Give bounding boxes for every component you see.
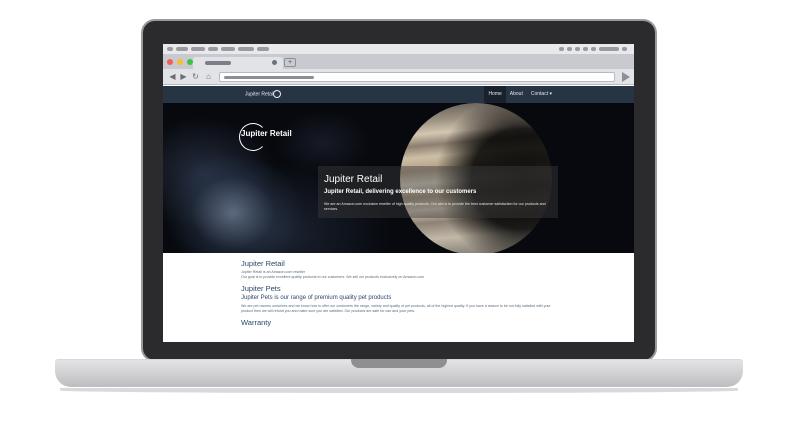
status-icon bbox=[591, 47, 596, 51]
nav-logo[interactable]: Jupiter Retail bbox=[245, 90, 281, 99]
hero-title: Jupiter Retail bbox=[324, 174, 383, 185]
section-heading: Warranty bbox=[241, 318, 272, 327]
browser-tab[interactable] bbox=[193, 57, 283, 69]
menu-placeholder bbox=[221, 47, 235, 51]
section-heading: Jupiter Pets bbox=[241, 284, 281, 293]
status-icon bbox=[583, 47, 588, 51]
hero-logo: Jupiter Retail bbox=[241, 129, 292, 138]
tab-title-placeholder bbox=[205, 61, 231, 65]
hero-text: We are an Amazon.com exclusive reseller … bbox=[324, 202, 546, 211]
os-menu-bar bbox=[163, 44, 634, 54]
forward-icon[interactable]: ▶ bbox=[179, 72, 188, 81]
section-text: We are pet owners ourselves and we know … bbox=[241, 304, 551, 313]
status-icon bbox=[559, 47, 564, 51]
minimize-window-icon[interactable] bbox=[177, 58, 183, 65]
menu-placeholder bbox=[238, 47, 254, 51]
home-icon[interactable]: ⌂ bbox=[204, 72, 213, 81]
apple-icon bbox=[167, 47, 173, 51]
logo-ring-icon bbox=[272, 90, 281, 98]
section-subheading: Jupiter Pets is our range of premium qua… bbox=[241, 295, 392, 301]
clock-placeholder bbox=[599, 47, 619, 51]
main-content: Jupiter Retail Jupiter Retail is an Amaz… bbox=[241, 259, 561, 329]
status-icon bbox=[575, 47, 580, 51]
hero-banner: Jupiter Retail Jupiter Retail Jupiter Re… bbox=[163, 103, 634, 253]
laptop-shadow bbox=[60, 388, 738, 393]
menu-placeholder bbox=[191, 47, 205, 51]
menu-placeholder bbox=[208, 47, 218, 51]
reload-icon[interactable]: ↻ bbox=[191, 72, 200, 81]
nav-home-link[interactable]: Home bbox=[484, 86, 506, 103]
close-window-icon[interactable] bbox=[167, 58, 173, 65]
menu-placeholder bbox=[176, 47, 188, 51]
search-icon bbox=[622, 47, 627, 51]
browser-toolbar: ◀ ▶ ↻ ⌂ bbox=[163, 69, 634, 85]
close-tab-icon[interactable] bbox=[272, 60, 277, 65]
new-tab-button[interactable]: + bbox=[284, 58, 296, 67]
laptop-screen: + ◀ ▶ ↻ ⌂ Jupiter Retail Home About Cont… bbox=[163, 44, 634, 342]
nav-about-link[interactable]: About bbox=[506, 86, 527, 103]
address-bar[interactable] bbox=[219, 72, 615, 82]
section-heading: Jupiter Retail bbox=[241, 259, 285, 268]
site-navbar: Jupiter Retail Home About Contact ▾ bbox=[163, 86, 634, 103]
go-icon[interactable] bbox=[622, 72, 630, 82]
url-placeholder bbox=[224, 76, 314, 79]
menu-placeholder bbox=[257, 47, 269, 51]
hero-subtitle: Jupiter Retail, delivering excellence to… bbox=[324, 189, 477, 195]
browser-tabstrip: + bbox=[163, 54, 634, 69]
section-text: Our goal is to provide excellent quality… bbox=[241, 275, 425, 279]
back-icon[interactable]: ◀ bbox=[168, 72, 177, 81]
status-icon bbox=[567, 47, 572, 51]
nav-links: Home About Contact ▾ bbox=[484, 86, 556, 103]
nav-logo-text: Jupiter Retail bbox=[245, 91, 275, 98]
nav-contact-link[interactable]: Contact ▾ bbox=[527, 86, 556, 103]
laptop-notch bbox=[351, 359, 447, 368]
